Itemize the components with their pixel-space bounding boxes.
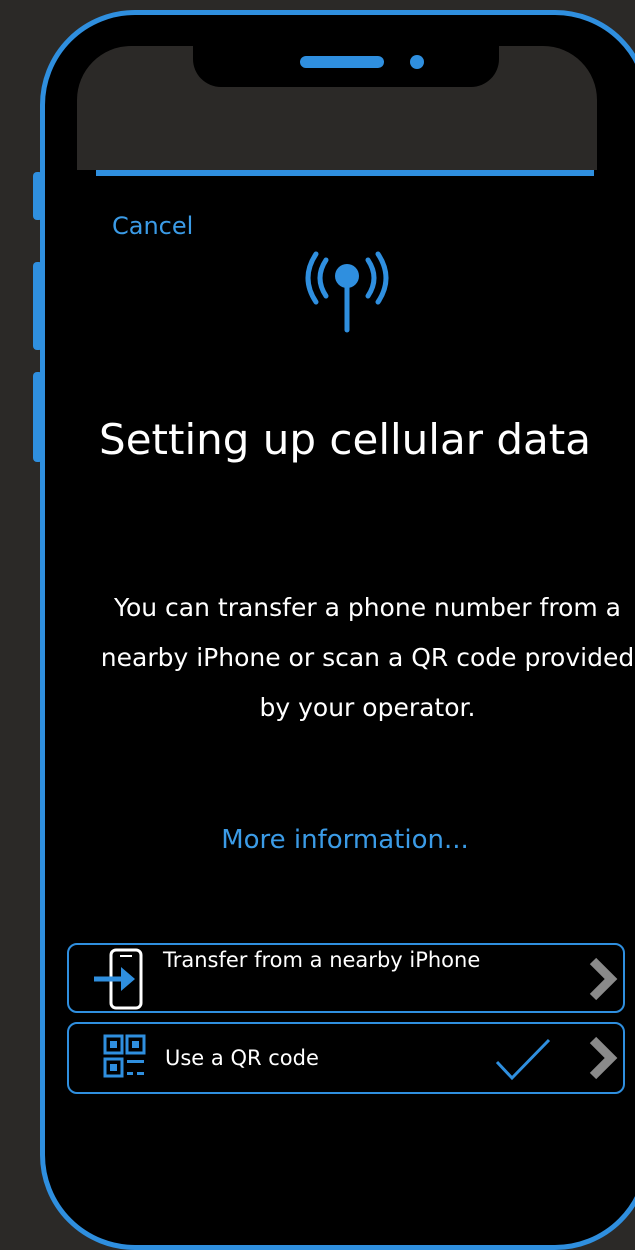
transfer-option-label: Transfer from a nearby iPhone (163, 948, 481, 972)
page-title: Setting up cellular data (99, 415, 591, 464)
header-divider (96, 170, 594, 176)
checkmark-icon (495, 1038, 551, 1081)
qr-code-icon (103, 1034, 146, 1078)
more-information-link[interactable]: More information... (95, 825, 595, 855)
page-description: You can transfer a phone number from a n… (100, 593, 635, 722)
front-camera (410, 55, 424, 69)
chevron-right-icon (589, 1036, 618, 1080)
volume-up-button (33, 262, 43, 350)
silent-switch (33, 172, 43, 220)
phone-transfer-icon (94, 948, 143, 1010)
qr-option-label: Use a QR code (165, 1046, 319, 1070)
speaker-grille (300, 56, 384, 68)
cellular-antenna-icon (305, 251, 389, 333)
use-qr-code-option[interactable]: Use a QR code (67, 1022, 625, 1094)
chevron-right-icon (589, 957, 618, 1001)
cancel-button[interactable]: Cancel (112, 212, 193, 240)
volume-down-button (33, 372, 43, 462)
transfer-from-iphone-option[interactable]: Transfer from a nearby iPhone (67, 943, 625, 1013)
